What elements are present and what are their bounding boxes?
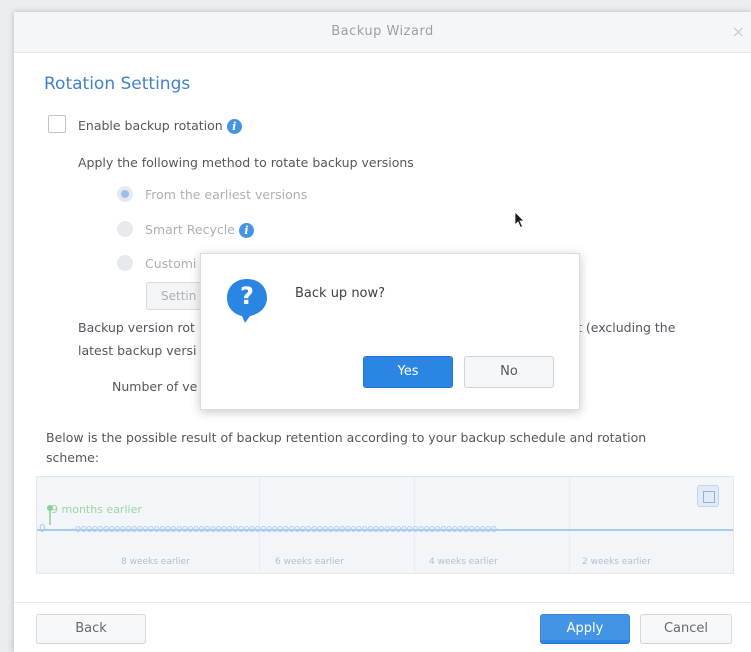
dialog-no-button[interactable]: No [464, 356, 554, 388]
mouse-cursor-icon [514, 211, 525, 229]
question-icon-glyph: ? [240, 282, 254, 310]
dialog-message: Back up now? [295, 286, 386, 301]
backup-now-dialog: ? Back up now? Yes No [200, 253, 580, 410]
dialog-yes-button[interactable]: Yes [363, 356, 453, 388]
